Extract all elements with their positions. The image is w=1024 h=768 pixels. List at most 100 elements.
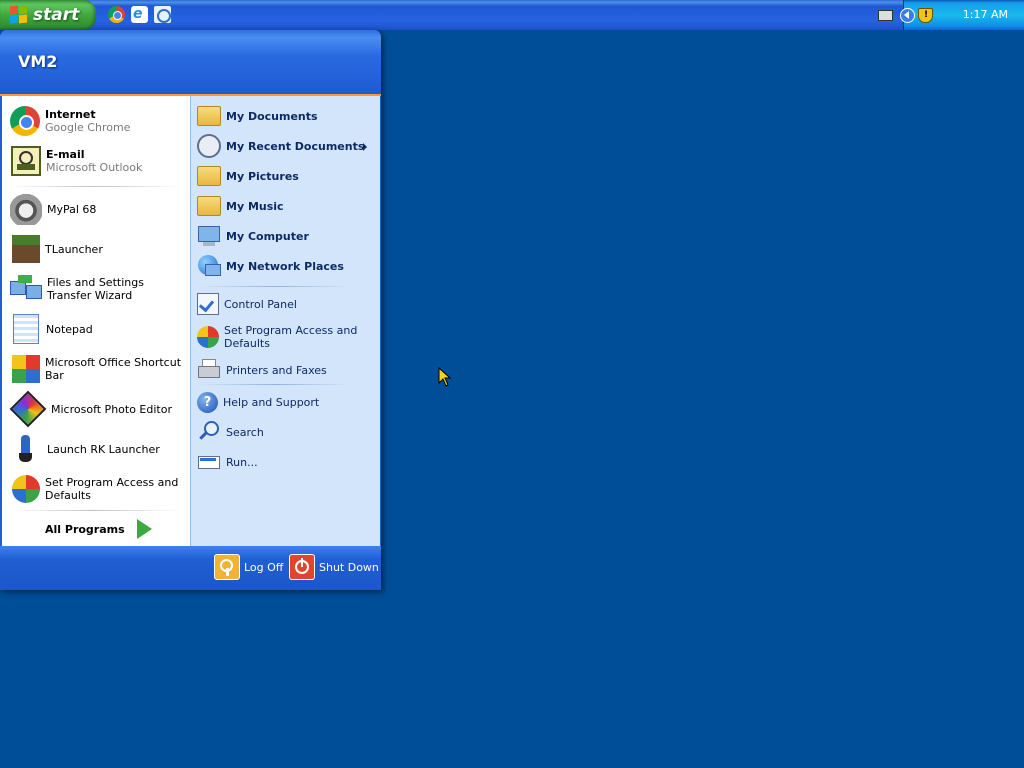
system-printers-faxes[interactable]: Printers and Faxes: [197, 356, 375, 384]
recent-notepad[interactable]: Notepad: [10, 310, 188, 348]
recent-office-shortcut-bar[interactable]: Microsoft Office Shortcut Bar: [10, 350, 188, 388]
place-my-network-places[interactable]: My Network Places: [197, 252, 375, 280]
folder-documents-icon: [197, 106, 221, 126]
divider: [199, 384, 351, 385]
outlook-icon: [11, 146, 41, 176]
pinned-email-title: E-mail: [46, 148, 85, 161]
rk-launcher-icon: [10, 433, 42, 465]
recent-mypal[interactable]: MyPal 68: [10, 190, 188, 228]
place-my-documents-label: My Documents: [226, 109, 318, 123]
recent-transfer-wizard[interactable]: Files and Settings Transfer Wizard: [10, 270, 188, 308]
system-printers-faxes-label: Printers and Faxes: [226, 363, 327, 377]
program-defaults-icon: [12, 475, 40, 503]
arrow-right-icon: [136, 519, 152, 539]
show-hidden-icon[interactable]: [900, 8, 915, 23]
all-programs-button[interactable]: All Programs: [45, 516, 165, 542]
recent-tlauncher[interactable]: TLauncher: [10, 230, 188, 268]
place-my-music[interactable]: My Music: [197, 192, 375, 220]
place-my-computer[interactable]: My Computer: [197, 222, 375, 250]
office-shortcut-bar-icon: [12, 355, 40, 383]
system-program-defaults[interactable]: Set Program Access and Defaults: [197, 320, 375, 354]
system-tray: ! 1:17 AM: [878, 0, 1024, 30]
place-my-recent-documents-label: My Recent Documents: [226, 139, 365, 153]
pinned-internet-subtitle: Google Chrome: [45, 121, 131, 134]
pinned-email-subtitle: Microsoft Outlook: [46, 161, 143, 174]
recent-tlauncher-label: TLauncher: [45, 242, 103, 256]
place-my-music-label: My Music: [226, 199, 284, 213]
folder-music-icon: [197, 196, 221, 216]
place-my-recent-documents[interactable]: My Recent Documents: [197, 132, 375, 160]
start-menu: VM2 Internet Google Chrome E-mail Micros…: [0, 30, 381, 590]
start-button[interactable]: start: [0, 0, 96, 30]
windows-flag-icon: [10, 5, 28, 24]
power-icon: [289, 554, 315, 580]
all-programs-label: All Programs: [45, 522, 125, 536]
run-item[interactable]: Run...: [197, 448, 375, 476]
recent-rk-launcher-label: Launch RK Launcher: [47, 442, 160, 456]
chrome-icon: [10, 106, 40, 136]
ie-icon[interactable]: e: [131, 6, 148, 23]
recent-program-defaults-label: Set Program Access and Defaults: [45, 476, 179, 502]
recent-office-shortcut-bar-label: Microsoft Office Shortcut Bar: [45, 356, 182, 382]
log-off-label: Log Off: [244, 560, 284, 574]
chrome-icon[interactable]: [108, 6, 125, 23]
place-my-network-places-label: My Network Places: [226, 259, 344, 273]
pinned-internet-title: Internet: [45, 108, 96, 121]
submenu-arrow-icon: [363, 143, 367, 151]
log-off-button[interactable]: Log Off: [214, 554, 283, 580]
start-label: start: [33, 5, 80, 25]
divider: [10, 510, 180, 511]
help-and-support-label: Help and Support: [223, 395, 320, 409]
place-my-pictures[interactable]: My Pictures: [197, 162, 375, 190]
search-item[interactable]: Search: [197, 418, 375, 446]
network-places-icon: [197, 254, 221, 278]
recent-mypal-label: MyPal 68: [47, 202, 97, 216]
system-control-panel[interactable]: Control Panel: [197, 290, 375, 318]
place-my-computer-label: My Computer: [226, 229, 309, 243]
recent-program-defaults[interactable]: Set Program Access and Defaults: [10, 470, 188, 508]
keyboard-icon[interactable]: [878, 10, 893, 21]
place-my-documents[interactable]: My Documents: [197, 102, 375, 130]
start-menu-left-pane: Internet Google Chrome E-mail Microsoft …: [2, 96, 190, 546]
system-control-panel-label: Control Panel: [224, 297, 297, 311]
run-icon: [197, 450, 221, 474]
user-name: VM2: [18, 52, 58, 71]
taskbar: start e ! 1:17 AM: [0, 0, 1024, 30]
recent-rk-launcher[interactable]: Launch RK Launcher: [10, 430, 188, 468]
place-my-pictures-label: My Pictures: [226, 169, 299, 183]
clock[interactable]: 1:17 AM: [963, 8, 1008, 21]
search-label: Search: [226, 425, 264, 439]
security-shield-icon[interactable]: !: [918, 8, 933, 23]
start-menu-footer: Log Off Shut Down: [0, 546, 381, 590]
my-computer-icon: [197, 224, 221, 248]
notepad-icon: [13, 314, 39, 344]
outlook-express-icon[interactable]: [154, 6, 171, 23]
control-panel-icon: [197, 293, 219, 315]
start-menu-right-pane: My Documents My Recent Documents My Pict…: [190, 96, 380, 546]
recent-notepad-label: Notepad: [46, 322, 93, 336]
recent-transfer-wizard-label: Files and Settings Transfer Wizard: [47, 276, 144, 302]
search-icon: [197, 420, 221, 444]
printer-icon: [197, 358, 221, 382]
recent-photo-editor[interactable]: Microsoft Photo Editor: [9, 390, 188, 428]
pinned-email[interactable]: E-mail Microsoft Outlook: [10, 142, 188, 180]
program-defaults-icon: [197, 326, 219, 348]
system-program-defaults-label: Set Program Access and Defaults: [224, 324, 358, 350]
start-menu-header: VM2: [0, 30, 381, 96]
help-and-support[interactable]: ? Help and Support: [197, 388, 375, 416]
divider: [199, 286, 351, 287]
help-icon: ?: [197, 391, 218, 413]
shut-down-button[interactable]: Shut Down: [289, 554, 379, 580]
mypal-raccoon-icon: [10, 193, 42, 225]
key-icon: [214, 554, 240, 580]
shut-down-label: Shut Down: [319, 560, 379, 574]
photo-editor-icon: [9, 390, 47, 428]
quick-launch: e: [108, 6, 171, 23]
run-label: Run...: [226, 455, 258, 469]
recent-photo-editor-label: Microsoft Photo Editor: [51, 402, 172, 416]
tlauncher-block-icon: [12, 235, 40, 263]
pinned-internet[interactable]: Internet Google Chrome: [10, 102, 188, 140]
mouse-pointer-icon: [438, 367, 452, 387]
recent-documents-icon: [197, 134, 221, 158]
folder-pictures-icon: [197, 166, 221, 186]
